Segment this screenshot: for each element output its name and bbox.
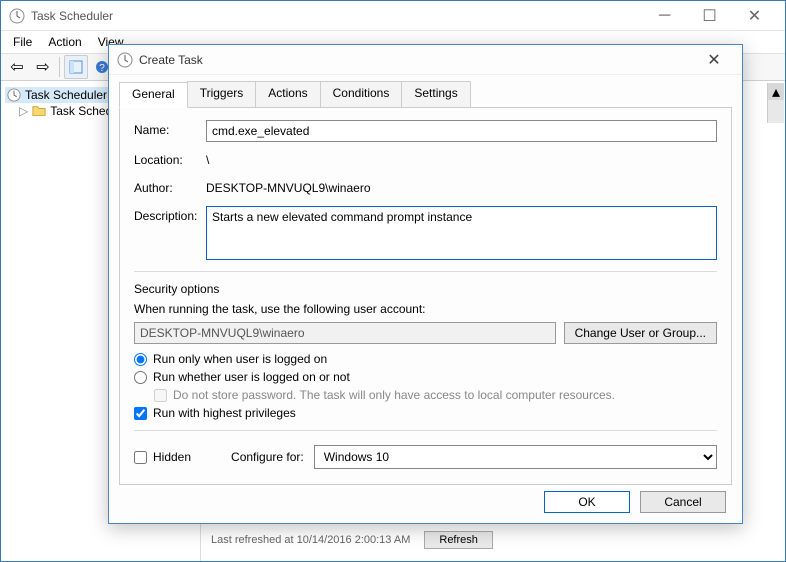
minimize-button[interactable]: ─: [642, 2, 687, 30]
description-label: Description:: [134, 206, 206, 223]
run-only-radio-row[interactable]: Run only when user is logged on: [134, 352, 717, 366]
run-highest-row[interactable]: Run with highest privileges: [134, 406, 717, 420]
tab-actions[interactable]: Actions: [255, 81, 320, 107]
description-input[interactable]: [206, 206, 717, 260]
configure-for-select[interactable]: Windows 10: [314, 445, 717, 469]
svg-text:?: ?: [99, 63, 105, 74]
tab-panel-general: Name: Location: \ Author: DESKTOP-MNVUQL…: [119, 107, 732, 485]
toolbar-separator: [59, 57, 60, 77]
change-user-button[interactable]: Change User or Group...: [564, 322, 717, 344]
name-input[interactable]: [206, 120, 717, 142]
show-tree-button[interactable]: [64, 55, 88, 79]
expand-icon[interactable]: ▷: [19, 104, 28, 118]
name-label: Name:: [134, 120, 206, 137]
menu-file[interactable]: File: [5, 33, 40, 51]
hidden-row[interactable]: Hidden: [134, 450, 191, 464]
clock-icon: [7, 88, 21, 102]
tabstrip: General Triggers Actions Conditions Sett…: [119, 81, 732, 107]
author-label: Author:: [134, 178, 206, 195]
close-button[interactable]: ✕: [732, 2, 777, 30]
location-label: Location:: [134, 150, 206, 167]
dialog-titlebar: Create Task ✕: [109, 45, 742, 75]
nav-forward-button[interactable]: ⇨: [31, 55, 55, 79]
run-only-radio[interactable]: [134, 353, 147, 366]
hidden-label: Hidden: [153, 450, 191, 464]
author-value: DESKTOP-MNVUQL9\winaero: [206, 178, 717, 198]
folder-icon: [32, 104, 46, 118]
location-value: \: [206, 150, 717, 170]
dialog-buttons: OK Cancel: [544, 491, 726, 513]
scrollbar[interactable]: ▴: [767, 83, 784, 123]
dialog-close-button[interactable]: ✕: [694, 47, 734, 73]
tab-general[interactable]: General: [119, 82, 188, 108]
menu-action[interactable]: Action: [40, 33, 89, 51]
clock-icon: [117, 52, 133, 68]
run-highest-label: Run with highest privileges: [153, 406, 296, 420]
tree-root-label: Task Scheduler: [25, 88, 107, 102]
maximize-button[interactable]: ☐: [687, 2, 732, 30]
scroll-up-icon[interactable]: ▴: [768, 83, 784, 100]
status-line: Last refreshed at 10/14/2016 2:00:13 AM …: [211, 531, 493, 549]
security-options-label: Security options: [134, 282, 717, 296]
dialog-title: Create Task: [139, 53, 694, 67]
run-only-label: Run only when user is logged on: [153, 352, 327, 366]
ok-button[interactable]: OK: [544, 491, 630, 513]
main-titlebar: Task Scheduler ─ ☐ ✕: [1, 1, 785, 31]
tab-settings[interactable]: Settings: [401, 81, 470, 107]
tab-conditions[interactable]: Conditions: [320, 81, 403, 107]
do-not-store-checkbox: [154, 389, 167, 402]
run-whether-label: Run whether user is logged on or not: [153, 370, 350, 384]
nav-back-button[interactable]: ⇦: [5, 55, 29, 79]
refresh-button[interactable]: Refresh: [424, 531, 493, 549]
do-not-store-label: Do not store password. The task will onl…: [173, 388, 615, 402]
run-whether-radio[interactable]: [134, 371, 147, 384]
when-running-label: When running the task, use the following…: [134, 302, 717, 316]
create-task-dialog: Create Task ✕ General Triggers Actions C…: [108, 44, 743, 524]
run-whether-radio-row[interactable]: Run whether user is logged on or not: [134, 370, 717, 384]
status-text: Last refreshed at 10/14/2016 2:00:13 AM: [211, 534, 410, 546]
run-highest-checkbox[interactable]: [134, 407, 147, 420]
tab-triggers[interactable]: Triggers: [187, 81, 257, 107]
main-title: Task Scheduler: [31, 9, 642, 23]
do-not-store-row: Do not store password. The task will onl…: [154, 388, 717, 402]
hidden-checkbox[interactable]: [134, 451, 147, 464]
clock-icon: [9, 8, 25, 24]
cancel-button[interactable]: Cancel: [640, 491, 726, 513]
configure-for-label: Configure for:: [231, 450, 304, 464]
account-display: DESKTOP-MNVUQL9\winaero: [134, 322, 556, 344]
